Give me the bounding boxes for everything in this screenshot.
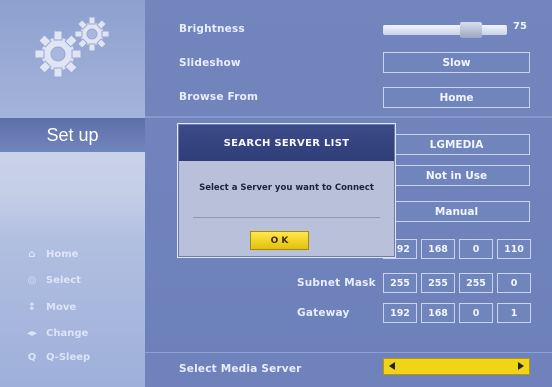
ip-octet-3[interactable]: 0: [459, 239, 493, 259]
legend-qsleep: Q Q-Sleep: [26, 352, 90, 363]
gateway-octet-1[interactable]: 192: [383, 303, 417, 323]
subnet-octet-1-value: 255: [390, 277, 410, 289]
home-icon: ⌂: [28, 249, 36, 260]
mode-value: Manual: [434, 205, 479, 218]
gateway-octet-4[interactable]: 1: [497, 303, 531, 323]
dialog-separator: [193, 217, 380, 218]
change-arrows-icon: ◂▸: [26, 328, 38, 339]
ok-button[interactable]: O K: [250, 231, 309, 250]
gateway-octet-1-value: 192: [390, 307, 410, 319]
selector-right-arrow-icon[interactable]: [518, 362, 524, 370]
ip-octet-4[interactable]: 110: [497, 239, 531, 259]
browse-from-label: Browse From: [179, 91, 259, 103]
legend-home-label: Home: [46, 249, 79, 260]
legend-select-label: Select: [46, 275, 81, 286]
setup-menu-tab[interactable]: Set up: [0, 118, 145, 152]
brightness-label: Brightness: [179, 23, 245, 35]
select-media-server-label: Select Media Server: [179, 363, 302, 375]
selector-left-arrow-icon[interactable]: [389, 362, 395, 370]
ip-octet-3-value: 0: [472, 243, 480, 255]
legend-change-label: Change: [46, 328, 89, 339]
gateway-octet-2-value: 168: [428, 307, 448, 319]
subnet-octet-4-value: 0: [510, 277, 518, 289]
brightness-slider-handle[interactable]: [459, 22, 482, 38]
subnet-octet-3[interactable]: 255: [459, 273, 493, 293]
subnet-octet-3-value: 255: [466, 277, 486, 289]
sidebar-highlight: [0, 152, 145, 242]
server-name-box[interactable]: LGMEDIA: [383, 134, 530, 155]
select-icon: ◎: [27, 275, 37, 286]
gateway-octet-2[interactable]: 168: [421, 303, 455, 323]
sidebar: Set up ⌂ Home ◎ Select ↕ Move ◂▸ Change …: [0, 0, 145, 387]
setup-screen: Set up ⌂ Home ◎ Select ↕ Move ◂▸ Change …: [0, 0, 552, 387]
browse-from-value-box[interactable]: Home: [383, 87, 530, 108]
subnet-mask-label: Subnet Mask: [297, 277, 376, 289]
slideshow-value-box[interactable]: Slow: [383, 52, 530, 73]
slideshow-label: Slideshow: [179, 57, 241, 69]
legend-move: ↕ Move: [26, 302, 76, 313]
browse-from-value: Home: [439, 91, 474, 104]
q-sleep-icon: Q: [27, 352, 37, 363]
subnet-octet-1[interactable]: 255: [383, 273, 417, 293]
status-value: Not in Use: [425, 169, 488, 182]
legend-change: ◂▸ Change: [26, 328, 88, 339]
section-divider: [145, 116, 552, 118]
media-server-selector[interactable]: [383, 358, 530, 375]
gateway-label: Gateway: [297, 307, 350, 319]
status-box[interactable]: Not in Use: [383, 165, 530, 186]
search-server-dialog: SEARCH SERVER LIST Select a Server you w…: [178, 124, 395, 257]
mode-box[interactable]: Manual: [383, 201, 530, 222]
brightness-slider[interactable]: [383, 25, 507, 35]
gateway-octet-3-value: 0: [472, 307, 480, 319]
dialog-message: Select a Server you want to Connect: [199, 183, 374, 193]
legend-select: ◎ Select: [26, 275, 81, 286]
brightness-value: 75: [513, 21, 527, 32]
ip-octet-4-value: 110: [504, 243, 524, 255]
setup-tab-label: Set up: [46, 124, 99, 145]
legend-home: ⌂ Home: [26, 249, 78, 260]
ip-octet-2-value: 168: [428, 243, 448, 255]
legend-move-label: Move: [46, 302, 77, 313]
legend-qsleep-label: Q-Sleep: [46, 352, 91, 363]
gateway-octet-4-value: 1: [510, 307, 518, 319]
ok-button-label: O K: [270, 235, 289, 246]
gears-icon: [34, 16, 110, 78]
subnet-octet-2-value: 255: [428, 277, 448, 289]
subnet-octet-2[interactable]: 255: [421, 273, 455, 293]
ip-octet-2[interactable]: 168: [421, 239, 455, 259]
gateway-octet-3[interactable]: 0: [459, 303, 493, 323]
dialog-title: SEARCH SERVER LIST: [179, 125, 394, 161]
slideshow-value: Slow: [442, 56, 471, 69]
subnet-octet-4[interactable]: 0: [497, 273, 531, 293]
server-name-value: LGMEDIA: [429, 138, 484, 151]
move-arrows-icon: ↕: [27, 302, 37, 313]
